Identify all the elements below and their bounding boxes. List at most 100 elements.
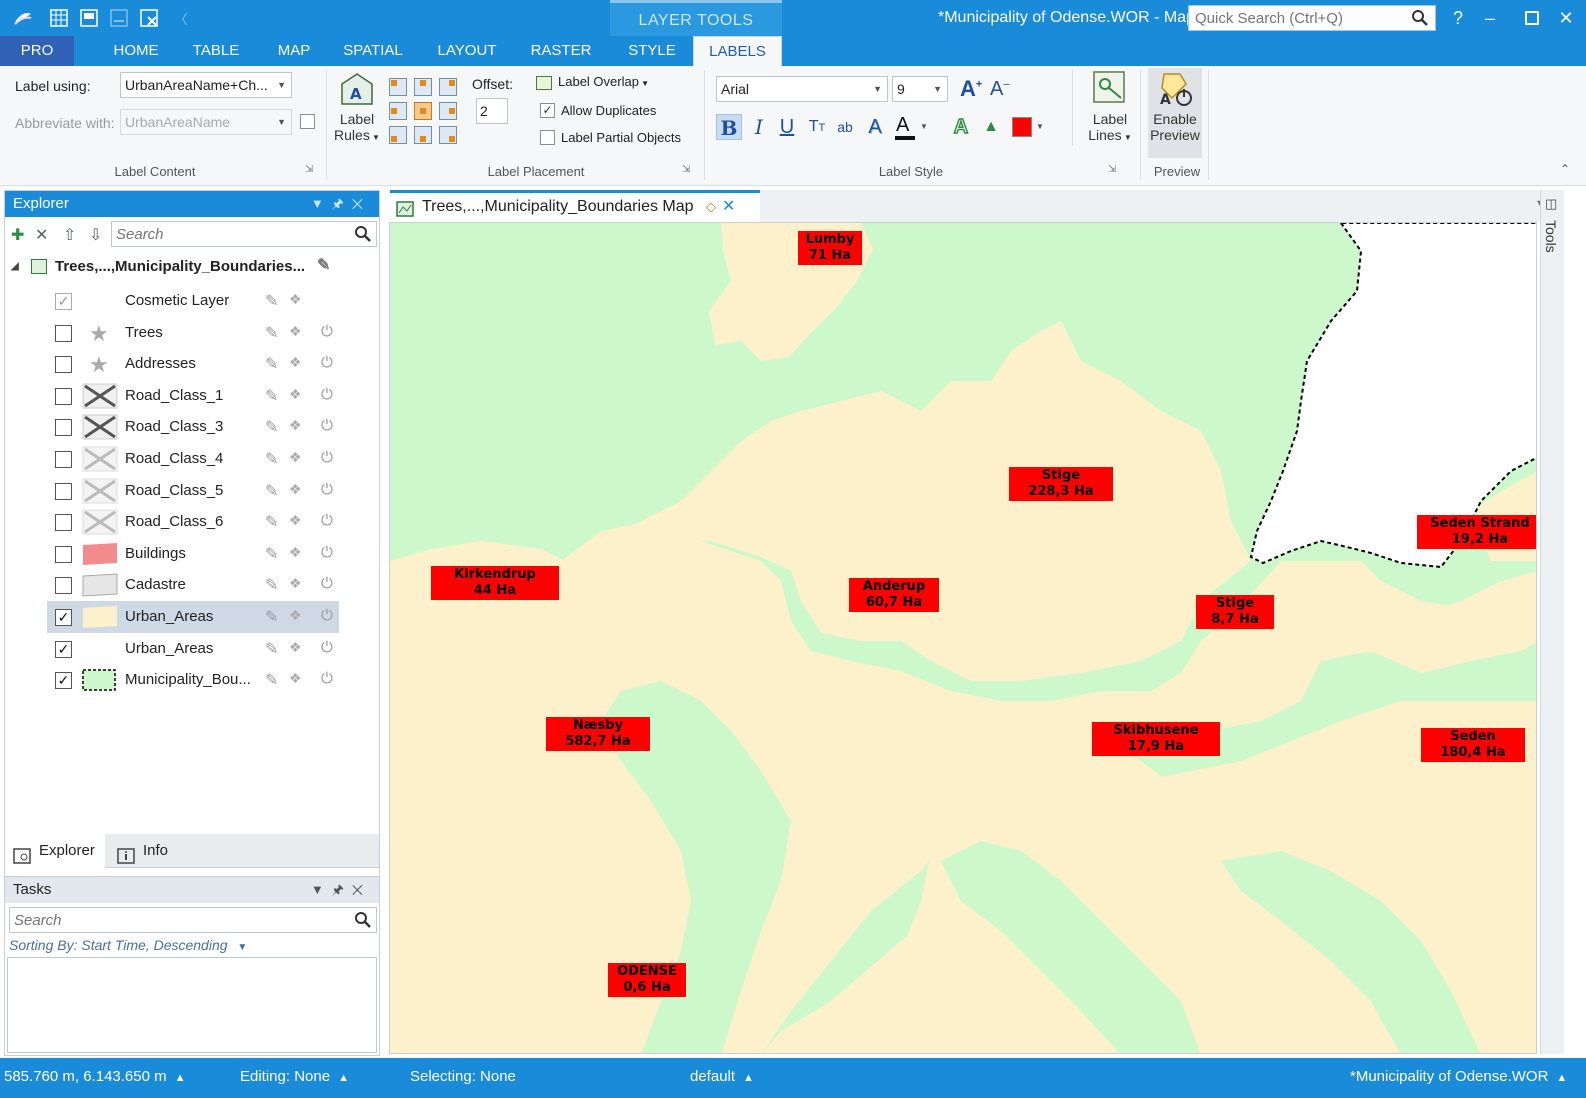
selectable-icon[interactable]: ❖ xyxy=(289,575,302,592)
placement-bottom-right-icon[interactable] xyxy=(439,126,457,144)
all-caps-button[interactable]: TT xyxy=(804,114,830,140)
dialog-launcher-icon[interactable]: ⇲ xyxy=(305,164,313,175)
layer-row[interactable]: Road_Class_1 ✎ ❖ ⏻ xyxy=(47,380,339,412)
tab-explorer[interactable]: Explorer xyxy=(5,834,105,868)
layer-row[interactable]: Road_Class_5 ✎ ❖ ⏻ xyxy=(47,475,339,507)
selectable-icon[interactable]: ❖ xyxy=(289,607,302,624)
background-fill-icon[interactable]: ▲ xyxy=(978,114,1004,140)
layer-row[interactable]: ✓ Urban_Areas ✎ ❖ ⏻ xyxy=(47,601,339,633)
move-up-icon[interactable]: ⇧ xyxy=(63,225,76,245)
label-toggle-icon[interactable]: ⏻ xyxy=(321,544,333,561)
label-partial-objects-checkbox[interactable] xyxy=(540,130,555,145)
font-color-button[interactable]: A ▼ xyxy=(892,114,932,140)
layer-visibility-checkbox[interactable] xyxy=(55,325,72,342)
chevron-down-icon[interactable]: ▼ xyxy=(311,882,332,897)
selectable-icon[interactable]: ❖ xyxy=(289,512,302,529)
quick-search-box[interactable] xyxy=(1188,5,1436,31)
tab-layout[interactable]: LAYOUT xyxy=(424,36,510,66)
map-label[interactable]: Næsby 582,7 Ha xyxy=(546,717,650,751)
dialog-launcher-icon[interactable]: ⇲ xyxy=(1108,164,1116,175)
search-icon[interactable] xyxy=(1411,9,1429,30)
map-label[interactable]: Stige 228,3 Ha xyxy=(1009,467,1113,501)
map-label[interactable]: Lumby 71 Ha xyxy=(798,231,862,265)
selectable-icon[interactable]: ❖ xyxy=(289,354,302,371)
tab-map[interactable]: MAP xyxy=(254,36,334,66)
edit-icon[interactable]: ✎ xyxy=(265,512,278,532)
layer-visibility-checkbox[interactable] xyxy=(55,483,72,500)
edit-icon[interactable]: ✎ xyxy=(265,449,278,469)
edit-icon[interactable]: ✎ xyxy=(265,639,278,659)
offset-input[interactable]: 2 xyxy=(476,98,508,124)
tab-pro[interactable]: PRO xyxy=(0,36,74,66)
layer-row[interactable]: Buildings ✎ ❖ ⏻ xyxy=(47,538,339,570)
tasks-search[interactable] xyxy=(9,907,377,933)
layer-visibility-checkbox[interactable] xyxy=(55,577,72,594)
map-label[interactable]: Seden Strand 19,2 Ha xyxy=(1417,515,1536,549)
layer-visibility-checkbox[interactable]: ✓ xyxy=(55,672,72,689)
layer-row[interactable]: Road_Class_6 ✎ ❖ ⏻ xyxy=(47,506,339,538)
app-logo-icon[interactable] xyxy=(12,7,34,29)
save-table-icon[interactable] xyxy=(108,7,130,29)
layer-row[interactable]: ✓ Urban_Areas ✎ ❖ ⏻ xyxy=(47,633,339,665)
placement-middle-right-icon[interactable] xyxy=(439,102,457,120)
minimize-icon[interactable]: – xyxy=(1478,6,1502,30)
label-using-combo[interactable]: UrbanAreaName+Ch... ▼ xyxy=(120,72,292,98)
map-window[interactable]: Lumby 71 Ha Stige 228,3 Ha Seden Strand 19,2 … xyxy=(389,222,1537,1054)
chevron-down-icon[interactable]: ▼ xyxy=(311,196,332,211)
document-tab[interactable]: Trees,...,Municipality_Boundaries Map ◇ … xyxy=(390,190,760,222)
close-tab-icon[interactable]: ✕ xyxy=(722,193,735,221)
shadow-button[interactable]: A xyxy=(862,114,888,140)
grow-font-icon[interactable]: A+ xyxy=(960,76,982,102)
selectable-icon[interactable]: ❖ xyxy=(289,544,302,561)
search-icon[interactable] xyxy=(354,225,372,246)
placement-top-center-icon[interactable] xyxy=(414,78,432,96)
tab-table[interactable]: TABLE xyxy=(172,36,260,66)
edit-icon[interactable]: ✎ xyxy=(265,670,278,690)
layer-visibility-checkbox[interactable]: ✓ xyxy=(55,293,72,310)
selectable-icon[interactable]: ❖ xyxy=(289,481,302,498)
layer-row[interactable]: ★ Trees ✎ ❖ ⏻ xyxy=(47,317,339,349)
selectable-icon[interactable]: ❖ xyxy=(289,417,302,434)
enable-preview-button[interactable]: A Enable Preview xyxy=(1148,68,1202,158)
edit-icon[interactable]: ✎ xyxy=(265,354,278,374)
tab-info[interactable]: Info xyxy=(109,834,189,868)
explorer-search[interactable] xyxy=(111,221,377,247)
label-overlap-button[interactable]: Label Overlap ▼ xyxy=(536,74,649,90)
layer-row[interactable]: Road_Class_3 ✎ ❖ ⏻ xyxy=(47,411,339,443)
layer-row[interactable]: ✓ Cosmetic Layer ✎ ❖ xyxy=(47,285,339,317)
selectable-icon[interactable]: ❖ xyxy=(289,449,302,466)
map-label[interactable]: ODENSE 0,6 Ha xyxy=(608,963,686,997)
placement-center-icon[interactable] xyxy=(414,102,432,120)
italic-button[interactable]: I xyxy=(746,114,772,140)
edit-icon[interactable]: ✎ xyxy=(265,575,278,595)
tools-icon[interactable]: ◫ xyxy=(1545,196,1557,212)
bold-button[interactable]: B xyxy=(716,114,742,140)
tab-style[interactable]: STYLE xyxy=(612,36,692,66)
placement-top-left-icon[interactable] xyxy=(389,78,407,96)
label-toggle-icon[interactable]: ⏻ xyxy=(321,417,333,434)
underline-button[interactable]: U xyxy=(774,114,800,140)
abbreviate-combo[interactable]: UrbanAreaName ▼ xyxy=(120,109,292,135)
edit-icon[interactable]: ✎ xyxy=(265,607,278,627)
placement-bottom-left-icon[interactable] xyxy=(389,126,407,144)
selectable-icon[interactable]: ❖ xyxy=(289,291,302,308)
layer-row[interactable]: Cadastre ✎ ❖ ⏻ xyxy=(47,569,339,601)
search-icon[interactable] xyxy=(354,911,372,932)
map-label[interactable]: Stige 8,7 Ha xyxy=(1196,595,1274,629)
tab-spatial[interactable]: SPATIAL xyxy=(330,36,416,66)
status-editing[interactable]: Editing: None ▲ xyxy=(240,1068,349,1085)
label-rules-button[interactable]: A Label Rules ▼ xyxy=(334,70,380,146)
selectable-icon[interactable]: ❖ xyxy=(289,670,302,687)
placement-top-right-icon[interactable] xyxy=(439,78,457,96)
label-toggle-icon[interactable]: ⏻ xyxy=(321,512,333,529)
explorer-search-input[interactable] xyxy=(112,222,342,246)
new-table-icon[interactable] xyxy=(48,7,70,29)
edit-icon[interactable]: ✎ xyxy=(265,417,278,437)
remove-layer-icon[interactable]: ✕ xyxy=(35,225,48,245)
customize-toolbar-icon[interactable]: 〈 xyxy=(170,7,192,29)
label-toggle-icon[interactable]: ⏻ xyxy=(321,575,333,592)
background-color-button[interactable]: ▼ xyxy=(1008,114,1046,140)
layer-visibility-checkbox[interactable] xyxy=(55,514,72,531)
layer-row[interactable]: Road_Class_4 ✎ ❖ ⏻ xyxy=(47,443,339,475)
label-toggle-icon[interactable]: ⏻ xyxy=(321,354,333,371)
